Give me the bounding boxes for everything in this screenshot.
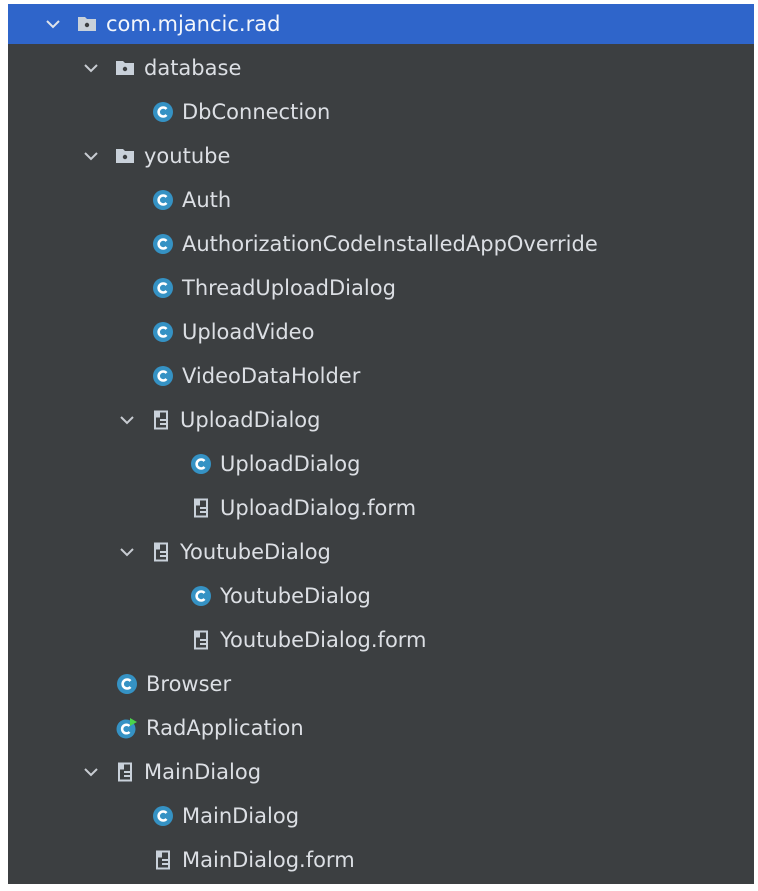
class-icon	[152, 321, 174, 343]
class-icon	[116, 673, 138, 695]
form-icon	[150, 409, 172, 431]
tree-node-com-mjancic-rad[interactable]: com.mjancic.rad	[8, 4, 754, 44]
package-icon	[76, 13, 98, 35]
tree-node-auth[interactable]: Auth	[8, 180, 754, 220]
package-icon	[114, 57, 136, 79]
package-icon	[114, 145, 136, 167]
tree-node-main-dialog-class[interactable]: MainDialog	[8, 796, 754, 836]
tree-node-label: AuthorizationCodeInstalledAppOverride	[182, 232, 598, 256]
tree-node-label: YoutubeDialog.form	[220, 628, 427, 652]
tree-node-label: ThreadUploadDialog	[182, 276, 396, 300]
tree-node-upload-video[interactable]: UploadVideo	[8, 312, 754, 352]
tree-node-label: Browser	[146, 672, 232, 696]
project-tree-panel: com.mjancic.rad database DbConnection yo…	[8, 4, 754, 884]
tree-node-label: Auth	[182, 188, 232, 212]
form-icon	[150, 541, 172, 563]
form-icon	[152, 849, 174, 871]
tree-node-main-dialog-group[interactable]: MainDialog	[8, 752, 754, 792]
chevron-down-icon[interactable]	[44, 15, 62, 33]
chevron-down-icon[interactable]	[82, 59, 100, 77]
tree-node-label: YoutubeDialog	[220, 584, 371, 608]
chevron-down-icon[interactable]	[82, 147, 100, 165]
tree-node-youtube-dialog-class[interactable]: YoutubeDialog	[8, 576, 754, 616]
tree-node-label: youtube	[144, 144, 231, 168]
chevron-down-icon[interactable]	[118, 411, 136, 429]
tree-node-authorization-code-installed-app-override[interactable]: AuthorizationCodeInstalledAppOverride	[8, 224, 754, 264]
tree-node-thread-upload-dialog[interactable]: ThreadUploadDialog	[8, 268, 754, 308]
tree-node-main-dialog-form[interactable]: MainDialog.form	[8, 840, 754, 880]
form-icon	[190, 629, 212, 651]
tree-node-browser[interactable]: Browser	[8, 664, 754, 704]
tree-node-label: MainDialog.form	[182, 848, 355, 872]
class-icon	[152, 805, 174, 827]
class-icon	[152, 101, 174, 123]
tree-node-db-connection[interactable]: DbConnection	[8, 92, 754, 132]
tree-node-label: MainDialog	[182, 804, 300, 828]
runnable-class-icon	[116, 717, 138, 739]
class-icon	[152, 233, 174, 255]
tree-node-upload-dialog-form[interactable]: UploadDialog.form	[8, 488, 754, 528]
class-icon	[152, 277, 174, 299]
tree-node-upload-dialog-group[interactable]: UploadDialog	[8, 400, 754, 440]
tree-node-label: UploadDialog.form	[220, 496, 417, 520]
tree-node-youtube-dialog-form[interactable]: YoutubeDialog.form	[8, 620, 754, 660]
chevron-down-icon[interactable]	[82, 763, 100, 781]
tree-node-label: VideoDataHolder	[182, 364, 361, 388]
tree-node-youtube[interactable]: youtube	[8, 136, 754, 176]
class-icon	[190, 453, 212, 475]
form-icon	[190, 497, 212, 519]
form-icon	[114, 761, 136, 783]
tree-node-rad-application[interactable]: RadApplication	[8, 708, 754, 748]
class-icon	[190, 585, 212, 607]
tree-node-label: UploadDialog	[180, 408, 321, 432]
tree-node-youtube-dialog-group[interactable]: YoutubeDialog	[8, 532, 754, 572]
tree-node-label: YoutubeDialog	[180, 540, 331, 564]
tree-node-video-data-holder[interactable]: VideoDataHolder	[8, 356, 754, 396]
tree-node-label: DbConnection	[182, 100, 331, 124]
tree-node-label: RadApplication	[146, 716, 304, 740]
tree-node-label: UploadDialog	[220, 452, 361, 476]
tree-node-label: MainDialog	[144, 760, 262, 784]
tree-node-label: UploadVideo	[182, 320, 315, 344]
tree-node-label: database	[144, 56, 242, 80]
tree-node-database[interactable]: database	[8, 48, 754, 88]
tree-node-upload-dialog-class[interactable]: UploadDialog	[8, 444, 754, 484]
class-icon	[152, 189, 174, 211]
chevron-down-icon[interactable]	[118, 543, 136, 561]
class-icon	[152, 365, 174, 387]
tree-node-label: com.mjancic.rad	[106, 12, 281, 36]
